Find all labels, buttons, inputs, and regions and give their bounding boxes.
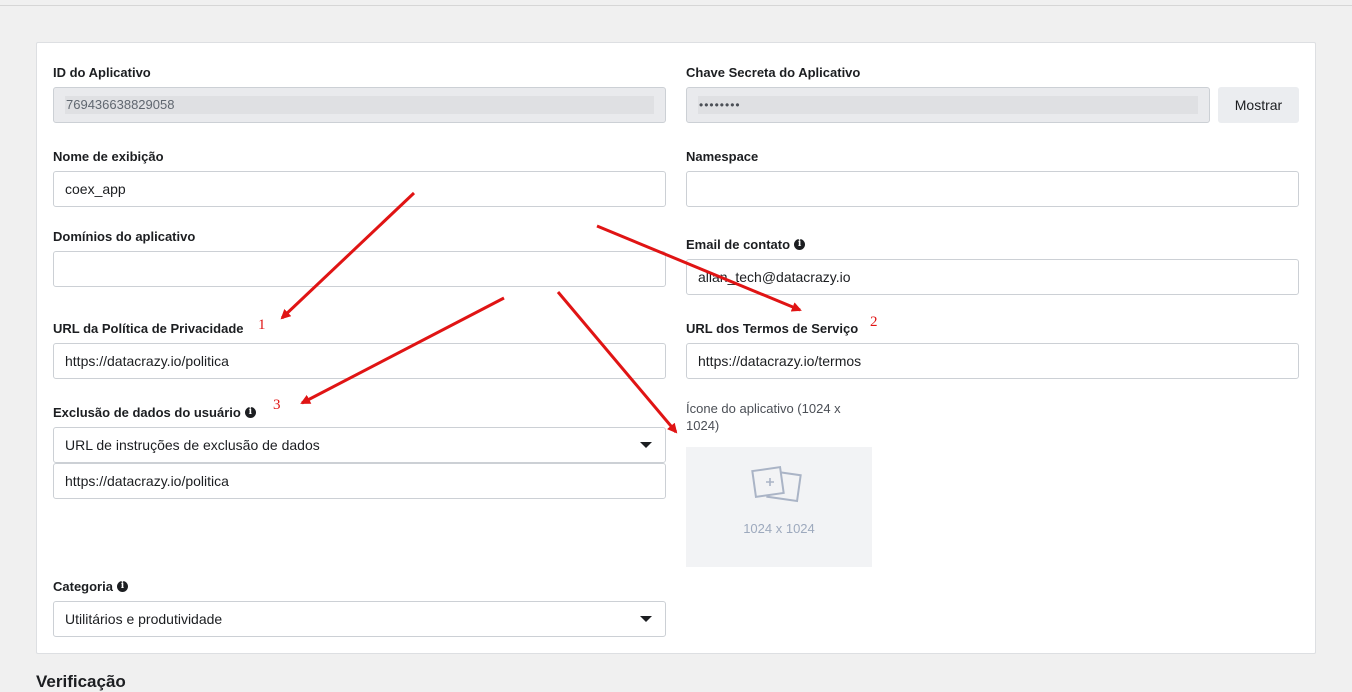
app-domains-label: Domínios do aplicativo — [53, 229, 196, 244]
info-icon[interactable]: i — [116, 581, 128, 592]
annotation-2: 2 — [870, 314, 878, 330]
data-deletion-url-input[interactable]: https://datacrazy.io/politica — [53, 463, 666, 499]
show-secret-button[interactable]: Mostrar — [1218, 87, 1299, 123]
data-deletion-selected: URL de instruções de exclusão de dados — [65, 437, 320, 453]
contact-email-label: Email de contato i — [686, 237, 806, 252]
data-deletion-select[interactable]: URL de instruções de exclusão de dados — [53, 427, 666, 463]
app-secret-value: •••••••• — [698, 96, 1198, 114]
namespace-label: Namespace — [686, 149, 759, 164]
top-divider — [0, 5, 1352, 6]
display-name-input[interactable]: coex_app — [53, 171, 666, 207]
app-icon-upload[interactable]: 1024 x 1024 — [686, 447, 872, 567]
chevron-down-icon — [640, 442, 652, 448]
app-id-label: ID do Aplicativo — [53, 65, 151, 80]
annotation-1: 1 — [258, 317, 266, 333]
app-icon-label: Ícone do aplicativo (1024 x 1024) — [686, 401, 841, 433]
info-icon[interactable]: i — [794, 239, 806, 250]
privacy-url-label: URL da Política de Privacidade — [53, 321, 244, 336]
terms-url-label: URL dos Termos de Serviço — [686, 321, 859, 336]
contact-email-input[interactable]: allan_tech@datacrazy.io — [686, 259, 1299, 295]
info-icon[interactable]: i — [244, 407, 256, 418]
data-deletion-label: Exclusão de dados do usuário i — [53, 405, 256, 420]
privacy-url-input[interactable]: https://datacrazy.io/politica — [53, 343, 666, 379]
namespace-input[interactable] — [686, 171, 1299, 207]
terms-url-input[interactable]: https://datacrazy.io/termos — [686, 343, 1299, 379]
app-secret-field[interactable]: •••••••• — [686, 87, 1210, 123]
display-name-label: Nome de exibição — [53, 149, 164, 164]
image-add-icon — [751, 466, 802, 503]
annotation-3: 3 — [273, 397, 281, 413]
category-selected: Utilitários e produtividade — [65, 611, 223, 627]
app-id-value: 769436638829058 — [65, 96, 654, 114]
category-label: Categoria i — [53, 579, 128, 594]
app-secret-label: Chave Secreta do Aplicativo — [686, 65, 861, 80]
app-icon-size: 1024 x 1024 — [743, 521, 815, 536]
app-id-field[interactable]: 769436638829058 — [53, 87, 666, 123]
app-domains-input[interactable] — [53, 251, 666, 287]
chevron-down-icon — [640, 616, 652, 622]
category-select[interactable]: Utilitários e produtividade — [53, 601, 666, 637]
verification-section-title: Verificação — [36, 672, 126, 691]
